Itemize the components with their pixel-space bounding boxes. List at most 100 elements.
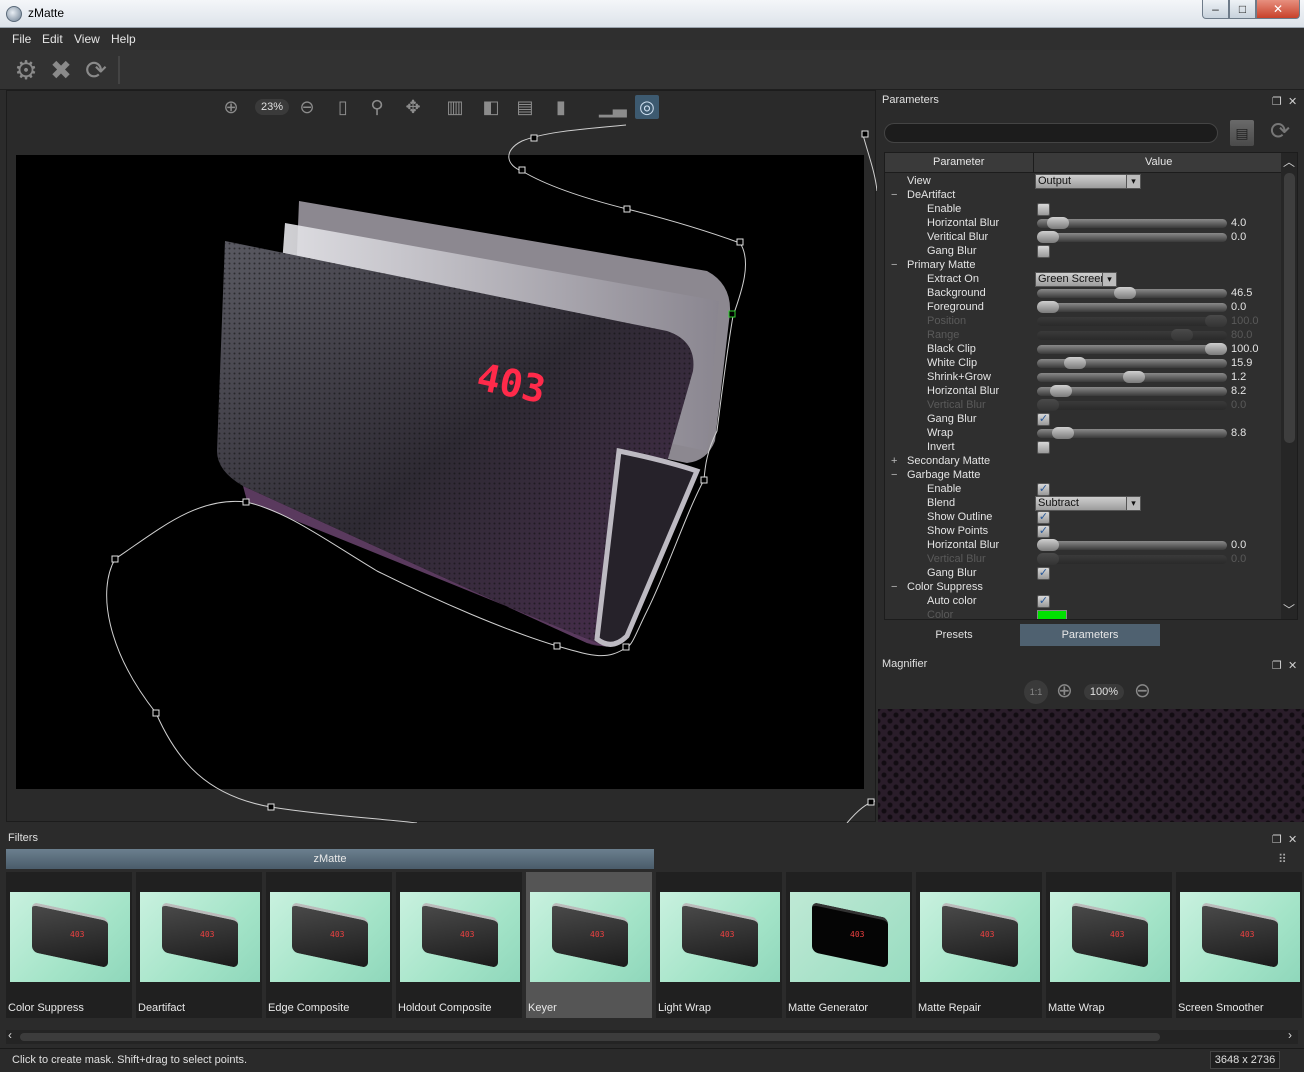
close-panel-icon[interactable]: ✕: [1288, 92, 1297, 112]
delete-x-icon[interactable]: ✖: [47, 56, 75, 84]
color-swatch[interactable]: [1037, 610, 1067, 619]
reset-parameters-icon[interactable]: ⟳: [1266, 118, 1294, 146]
float-panel-icon[interactable]: ❐: [1272, 92, 1282, 112]
parameter-checkbox[interactable]: ✓: [1037, 511, 1050, 524]
slider-handle[interactable]: [1050, 385, 1072, 397]
parameter-slider[interactable]: [1037, 287, 1227, 299]
close-panel-icon[interactable]: ✕: [1288, 656, 1297, 676]
chevron-down-icon[interactable]: ▾: [1102, 273, 1116, 286]
close-panel-icon[interactable]: ✕: [1288, 830, 1297, 850]
menu-help[interactable]: Help: [111, 32, 136, 46]
expander-toggle[interactable]: −: [891, 188, 897, 202]
mask-point-selected[interactable]: [728, 310, 736, 318]
scrollbar-thumb[interactable]: [1284, 173, 1295, 443]
parameter-checkbox[interactable]: ✓: [1037, 567, 1050, 580]
mask-overlay[interactable]: 403: [7, 91, 877, 823]
expander-toggle[interactable]: −: [891, 468, 897, 482]
parameter-dropdown[interactable]: Subtract ▾: [1035, 496, 1141, 511]
chevron-down-icon[interactable]: ▾: [1126, 175, 1140, 188]
mask-point[interactable]: [553, 642, 561, 650]
mask-point[interactable]: [700, 476, 708, 484]
scroll-down-icon[interactable]: ﹀: [1283, 601, 1295, 618]
menu-edit[interactable]: Edit: [42, 32, 63, 46]
expander-toggle[interactable]: −: [891, 580, 897, 594]
slider-handle[interactable]: [1064, 357, 1086, 369]
slider-handle[interactable]: [1037, 231, 1059, 243]
scroll-right-icon[interactable]: ›: [1288, 1028, 1292, 1042]
parameter-checkbox[interactable]: [1037, 203, 1050, 216]
mask-point[interactable]: [861, 130, 869, 138]
float-panel-icon[interactable]: ❐: [1272, 656, 1282, 676]
parameter-dropdown[interactable]: Green Screen ▾: [1035, 272, 1117, 287]
parameter-slider[interactable]: [1037, 539, 1227, 551]
filter-card[interactable]: 403 Holdout Composite: [396, 872, 522, 1018]
tab-parameters[interactable]: Parameters: [1020, 624, 1160, 646]
mask-point[interactable]: [623, 205, 631, 213]
minimize-button[interactable]: –: [1202, 0, 1229, 19]
parameter-slider[interactable]: [1037, 371, 1227, 383]
parameter-slider[interactable]: [1037, 343, 1227, 355]
filter-card[interactable]: 403 Color Suppress: [6, 872, 132, 1018]
zoom-out-icon[interactable]: ⊖: [1134, 678, 1151, 703]
filter-category-tab[interactable]: zMatte: [6, 849, 654, 869]
filter-card[interactable]: 403 Keyer: [526, 872, 652, 1018]
mask-point[interactable]: [518, 166, 526, 174]
zoom-in-icon[interactable]: ⊕: [1056, 678, 1073, 703]
mask-point[interactable]: [152, 709, 160, 717]
parameter-checkbox[interactable]: ✓: [1037, 595, 1050, 608]
settings-gear-icon[interactable]: ⚙: [12, 56, 40, 84]
menu-file[interactable]: File: [12, 32, 31, 46]
slider-handle[interactable]: [1114, 287, 1136, 299]
mask-point[interactable]: [530, 134, 538, 142]
one-to-one-zoom-button[interactable]: 1:1: [1024, 680, 1048, 704]
filter-card[interactable]: 403 Matte Generator: [786, 872, 912, 1018]
filter-card[interactable]: 403 Matte Repair: [916, 872, 1042, 1018]
mask-point[interactable]: [867, 798, 875, 806]
filter-horizontal-scrollbar[interactable]: ‹ ›: [6, 1028, 1298, 1044]
mask-point[interactable]: [242, 498, 250, 506]
slider-handle[interactable]: [1047, 217, 1069, 229]
parameter-checkbox[interactable]: [1037, 245, 1050, 258]
expander-toggle[interactable]: −: [891, 258, 897, 272]
filter-card[interactable]: 403 Deartifact: [136, 872, 262, 1018]
filter-card[interactable]: 403 Light Wrap: [656, 872, 782, 1018]
float-panel-icon[interactable]: ❐: [1272, 830, 1282, 850]
parameter-slider[interactable]: [1037, 427, 1227, 439]
filter-card[interactable]: 403 Screen Smoother: [1176, 872, 1302, 1018]
parameter-scrollbar[interactable]: ︿ ﹀: [1281, 153, 1297, 619]
parameter-checkbox[interactable]: [1037, 441, 1050, 454]
menu-view[interactable]: View: [74, 32, 100, 46]
parameter-checkbox[interactable]: ✓: [1037, 525, 1050, 538]
mask-point[interactable]: [267, 803, 275, 811]
scrollbar-thumb[interactable]: [20, 1033, 1160, 1041]
parameter-slider[interactable]: [1037, 385, 1227, 397]
grid-view-icon[interactable]: ⠿: [1278, 852, 1287, 866]
parameter-checkbox[interactable]: ✓: [1037, 413, 1050, 426]
mask-point[interactable]: [622, 643, 630, 651]
parameter-slider[interactable]: [1037, 217, 1227, 229]
slider-handle[interactable]: [1037, 301, 1059, 313]
mask-point[interactable]: [736, 238, 744, 246]
image-viewer[interactable]: ⊕ 23% ⊖ ▯ ⚲ ✥ ▥ ◧ ▤ ▮ ▁▃ ◎ 403: [6, 90, 877, 823]
scroll-left-icon[interactable]: ‹: [8, 1028, 12, 1042]
parameter-slider[interactable]: [1037, 231, 1227, 243]
scroll-up-icon[interactable]: ︿: [1283, 153, 1295, 170]
parameter-slider[interactable]: [1037, 357, 1227, 369]
expander-toggle[interactable]: +: [891, 454, 897, 468]
mask-point[interactable]: [111, 555, 119, 563]
close-window-button[interactable]: ✕: [1256, 0, 1300, 19]
filter-card[interactable]: 403 Matte Wrap: [1046, 872, 1172, 1018]
parameter-checkbox[interactable]: ✓: [1037, 483, 1050, 496]
maximize-button[interactable]: □: [1229, 0, 1256, 19]
save-preset-icon[interactable]: ▤: [1230, 120, 1254, 146]
parameter-search-field[interactable]: [884, 123, 1218, 143]
filter-card[interactable]: 403 Edge Composite: [266, 872, 392, 1018]
parameter-dropdown[interactable]: Output ▾: [1035, 174, 1141, 189]
slider-handle[interactable]: [1037, 539, 1059, 551]
slider-handle[interactable]: [1052, 427, 1074, 439]
parameter-slider[interactable]: [1037, 301, 1227, 313]
slider-handle[interactable]: [1123, 371, 1145, 383]
slider-handle[interactable]: [1205, 343, 1227, 355]
refresh-icon[interactable]: ⟳: [82, 56, 110, 84]
chevron-down-icon[interactable]: ▾: [1126, 497, 1140, 510]
